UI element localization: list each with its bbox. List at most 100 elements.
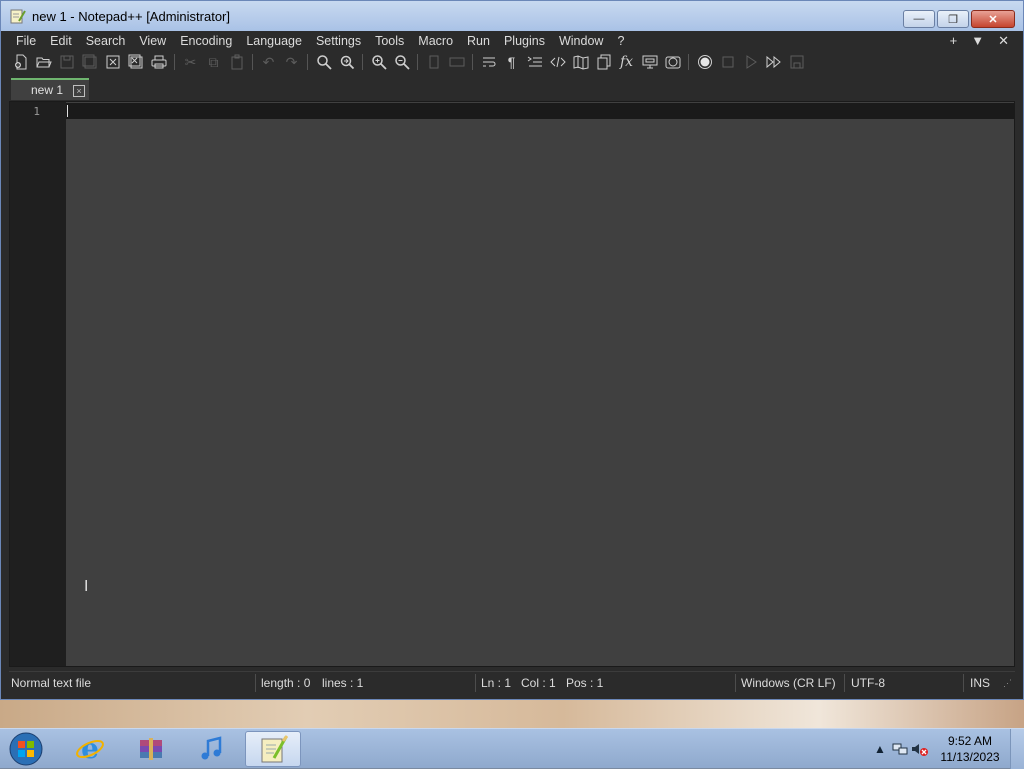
network-icon[interactable]: [890, 739, 910, 759]
replace-icon[interactable]: [335, 52, 358, 72]
menu-encoding[interactable]: Encoding: [173, 31, 239, 51]
show-hidden-icons-icon[interactable]: ▲: [870, 739, 890, 759]
add-tab-icon[interactable]: +: [950, 31, 958, 51]
copy-icon[interactable]: ⧉: [202, 52, 225, 72]
document-list-icon[interactable]: [592, 52, 615, 72]
tab-label: new 1: [31, 83, 64, 97]
find-icon[interactable]: [312, 52, 335, 72]
close-document-icon[interactable]: ✕: [998, 31, 1009, 51]
cut-icon[interactable]: ✂: [179, 52, 202, 72]
word-wrap-icon[interactable]: [477, 52, 500, 72]
tab-close-icon[interactable]: ×: [73, 85, 85, 97]
record-macro-icon[interactable]: [693, 52, 716, 72]
close-file-icon[interactable]: [101, 52, 124, 72]
menu-window[interactable]: Window: [552, 31, 610, 51]
play-macro-icon[interactable]: [739, 52, 762, 72]
status-divider: [735, 674, 736, 692]
monitoring-icon[interactable]: [661, 52, 684, 72]
notepadpp-app-icon: [10, 9, 26, 24]
tab-list-dropdown-icon[interactable]: ▼: [971, 31, 984, 51]
notepadpp-window: new 1 - Notepad++ [Administrator] — ❐ ✕ …: [0, 0, 1024, 700]
zoom-in-icon[interactable]: [367, 52, 390, 72]
toolbar-separator: [362, 54, 363, 70]
archive-icon[interactable]: [123, 731, 179, 767]
svg-text:e: e: [81, 734, 99, 764]
show-all-chars-icon[interactable]: ¶: [500, 52, 523, 72]
menu-bar: File Edit Search View Encoding Language …: [9, 31, 1015, 51]
toolbar-separator: [252, 54, 253, 70]
show-desktop-button[interactable]: [1010, 729, 1024, 769]
status-divider: [844, 674, 845, 692]
function-list-icon[interactable]: fx: [615, 52, 638, 72]
save-icon[interactable]: [55, 52, 78, 72]
volume-muted-icon[interactable]: [910, 739, 930, 759]
zoom-out-icon[interactable]: [390, 52, 413, 72]
toolbar-separator: [472, 54, 473, 70]
maximize-button[interactable]: ❐: [937, 10, 969, 28]
menu-settings[interactable]: Settings: [309, 31, 368, 51]
close-button[interactable]: ✕: [971, 10, 1015, 28]
resize-grip-icon[interactable]: ⋰: [1003, 678, 1012, 689]
desktop-wallpaper: [0, 700, 1024, 728]
status-file-type: Normal text file: [11, 676, 92, 690]
sync-vertical-icon[interactable]: [422, 52, 445, 72]
status-insert-mode[interactable]: INS: [970, 676, 990, 690]
window-title: new 1 - Notepad++ [Administrator]: [32, 8, 230, 24]
user-language-icon[interactable]: [546, 52, 569, 72]
current-line-highlight: [66, 103, 1014, 119]
line-number-gutter: 1: [10, 102, 66, 666]
status-column: Col : 1: [521, 676, 556, 690]
new-file-icon[interactable]: [9, 52, 32, 72]
tab-new-1[interactable]: new 1 ×: [11, 78, 89, 100]
toolbar-separator: [688, 54, 689, 70]
menu-search[interactable]: Search: [79, 31, 133, 51]
menu-file[interactable]: File: [9, 31, 43, 51]
windows-start-orb-icon: [9, 732, 43, 766]
clock-time: 9:52 AM: [947, 734, 993, 748]
menu-view[interactable]: View: [132, 31, 173, 51]
minimize-button[interactable]: —: [903, 10, 935, 28]
indent-guide-icon[interactable]: [523, 52, 546, 72]
status-divider: [963, 674, 964, 692]
status-bar: Normal text file length : 0 lines : 1 Ln…: [9, 671, 1015, 693]
menu-run[interactable]: Run: [460, 31, 497, 51]
open-file-icon[interactable]: [32, 52, 55, 72]
redo-icon[interactable]: ↷: [280, 52, 303, 72]
notepadplusplus-icon[interactable]: [245, 731, 301, 767]
line-number: 1: [33, 105, 40, 118]
status-divider: [255, 674, 256, 692]
clock[interactable]: 9:52 AM 11/13/2023: [930, 733, 1010, 765]
menu-plugins[interactable]: Plugins: [497, 31, 552, 51]
editor-area[interactable]: 1 I: [9, 101, 1015, 667]
status-line: Ln : 1: [481, 676, 512, 690]
save-all-icon[interactable]: [78, 52, 101, 72]
status-length: length : 0: [261, 676, 311, 690]
paste-icon[interactable]: [225, 52, 248, 72]
menu-help[interactable]: ?: [610, 31, 631, 51]
start-button[interactable]: [6, 731, 46, 767]
menu-edit[interactable]: Edit: [43, 31, 79, 51]
document-map-icon[interactable]: [569, 52, 592, 72]
status-eol[interactable]: Windows (CR LF): [741, 676, 836, 690]
title-bar[interactable]: new 1 - Notepad++ [Administrator] — ❐ ✕: [1, 1, 1023, 31]
sync-horizontal-icon[interactable]: [445, 52, 468, 72]
run-macro-multiple-icon[interactable]: [762, 52, 785, 72]
taskbar: e ▲ 9:52 AM 11/13/2023: [0, 728, 1024, 769]
folder-as-workspace-icon[interactable]: [638, 52, 661, 72]
itunes-icon[interactable]: [184, 731, 240, 767]
status-divider: [475, 674, 476, 692]
system-tray: ▲ 9:52 AM 11/13/2023: [870, 729, 1024, 769]
status-encoding[interactable]: UTF-8: [851, 676, 885, 690]
menu-tools[interactable]: Tools: [368, 31, 411, 51]
close-all-icon[interactable]: [124, 52, 147, 72]
menu-macro[interactable]: Macro: [411, 31, 460, 51]
menu-language[interactable]: Language: [239, 31, 309, 51]
status-lines: lines : 1: [322, 676, 364, 690]
undo-icon[interactable]: ↶: [257, 52, 280, 72]
print-icon[interactable]: [147, 52, 170, 72]
ibeam-cursor-icon: I: [84, 577, 89, 595]
save-macro-icon[interactable]: [785, 52, 808, 72]
stop-macro-icon[interactable]: [716, 52, 739, 72]
internet-explorer-icon[interactable]: e: [62, 731, 118, 767]
toolbar: ✂ ⧉ ↶ ↷ ¶ fx: [9, 51, 1015, 73]
